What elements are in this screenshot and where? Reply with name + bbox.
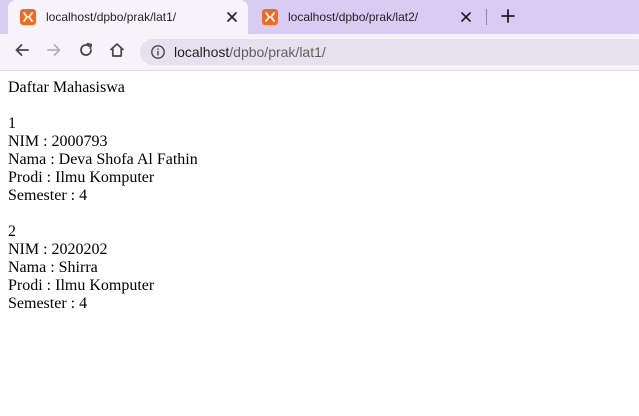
reload-button[interactable] [76,42,96,62]
arrow-right-icon [46,42,62,62]
student-number: 2 [8,223,16,240]
student-nama: Nama : Shirra [8,259,98,276]
page-content: Daftar Mahasiswa 1 NIM : 2000793 Nama : … [8,79,198,313]
student-entry: 2 NIM : 2020202 Nama : Shirra Prodi : Il… [8,223,198,313]
tab-lat2[interactable]: localhost/dpbo/prak/lat2/ [250,0,488,34]
reload-icon [78,42,94,62]
url-text[interactable]: localhost/dpbo/prak/lat1/ [174,44,326,60]
student-nama: Nama : Deva Shofa Al Fathin [8,151,198,168]
student-semester: Semester : 4 [8,295,88,312]
student-number: 1 [8,115,16,132]
xampp-icon [20,9,36,25]
student-prodi: Prodi : Ilmu Komputer [8,277,155,294]
close-tab-icon[interactable] [458,9,474,25]
new-tab-button[interactable] [497,6,519,28]
arrow-left-icon [14,42,30,62]
student-entry: 1 NIM : 2000793 Nama : Deva Shofa Al Fat… [8,115,198,205]
page-heading: Daftar Mahasiswa [8,79,125,96]
close-tab-icon[interactable] [224,9,240,25]
browser-toolbar: localhost/dpbo/prak/lat1/ [0,34,639,71]
address-bar[interactable]: localhost/dpbo/prak/lat1/ [140,39,639,65]
url-host: localhost [174,44,230,60]
student-prodi: Prodi : Ilmu Komputer [8,169,155,186]
tab-strip: localhost/dpbo/prak/lat1/ localhost/dpbo… [0,0,639,34]
tab-title: localhost/dpbo/prak/lat1/ [46,10,177,24]
student-nim: NIM : 2000793 [8,133,108,150]
student-nim: NIM : 2020202 [8,241,108,258]
tab-separator [486,9,487,25]
home-icon [109,42,125,62]
tab-lat1[interactable]: localhost/dpbo/prak/lat1/ [8,0,248,34]
forward-button[interactable] [44,42,64,62]
url-path: /dpbo/prak/lat1/ [229,44,326,60]
tab-title: localhost/dpbo/prak/lat2/ [288,10,419,24]
home-button[interactable] [107,42,127,62]
back-button[interactable] [12,42,32,62]
student-semester: Semester : 4 [8,187,88,204]
info-icon[interactable] [150,44,166,60]
plus-icon [501,8,515,27]
xampp-icon [262,9,278,25]
